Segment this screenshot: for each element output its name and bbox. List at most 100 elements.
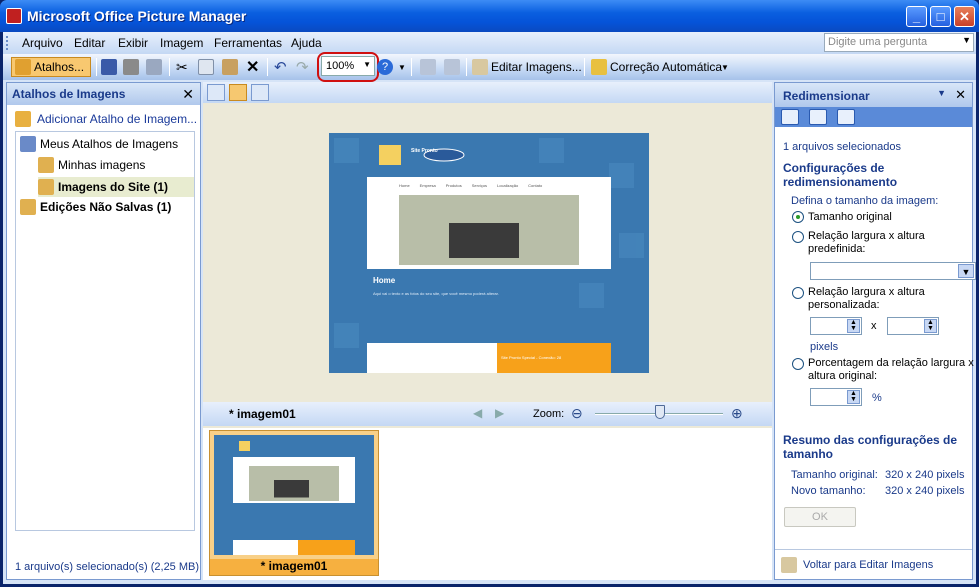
chevron-down-icon: ▼	[958, 264, 974, 278]
menu-ajuda[interactable]: Ajuda	[291, 36, 322, 50]
edit-images-button[interactable]: Editar Imagens...	[472, 57, 582, 77]
undo-icon: ↶	[274, 59, 287, 76]
delete-icon: ✕	[246, 59, 260, 76]
previous-image-button[interactable]: ◀	[473, 406, 482, 420]
resize-pane: Redimensionar ▼ ✕ 1 arquivos selecionados …	[774, 82, 976, 580]
toolbar-options-button[interactable]: ▼	[398, 57, 406, 77]
menu-arquivo[interactable]: Arquivo	[22, 36, 63, 50]
print-icon	[123, 59, 139, 75]
back-arrow-icon[interactable]	[781, 109, 799, 125]
percent-label-2: altura original:	[808, 370, 878, 382]
maximize-button[interactable]: □	[930, 6, 951, 27]
add-folder-icon	[15, 111, 31, 127]
folder-icon	[38, 179, 54, 195]
thumbnail-view-button[interactable]	[207, 84, 225, 101]
thumbnail-name: * imagem01	[210, 559, 378, 575]
folder-icon	[38, 157, 54, 173]
percent-sign: %	[872, 392, 882, 404]
thumbnail-image	[214, 435, 374, 555]
redo-button[interactable]: ↷	[296, 57, 309, 77]
single-view-button[interactable]	[251, 84, 269, 101]
zoom-in-icon[interactable]: ⊕	[731, 405, 743, 422]
predefined-radio[interactable]	[792, 231, 804, 243]
undo-button[interactable]: ↶	[274, 57, 287, 77]
width-spinner[interactable]: ▲ ▼	[847, 319, 860, 333]
chevron-down-icon: ▼	[398, 62, 406, 72]
percent-radio[interactable]	[792, 358, 804, 370]
close-button[interactable]: ✕	[954, 6, 975, 27]
filmstrip-thumbnail[interactable]: * imagem01	[209, 430, 379, 576]
minimize-button[interactable]: _	[906, 6, 927, 27]
save-button[interactable]	[101, 57, 117, 77]
site-nav-item: Serviços	[471, 183, 488, 188]
tree-item-unsaved-edits[interactable]: Edições Não Salvas (1)	[20, 199, 171, 215]
site-nav-item: Contato	[528, 183, 543, 188]
shortcuts-pane-header: Atalhos de Imagens ✕	[7, 83, 200, 105]
chevron-down-icon[interactable]: ▼	[962, 35, 971, 45]
forward-arrow-icon[interactable]	[809, 109, 827, 125]
image-name: * imagem01	[229, 407, 296, 421]
menu-exibir[interactable]: Exibir	[118, 36, 148, 50]
separator	[411, 58, 412, 76]
tree-item-my-images[interactable]: Minhas imagens	[38, 157, 145, 173]
save-icon	[101, 59, 117, 75]
tree-item-site-images[interactable]: Imagens do Site (1)	[38, 177, 194, 197]
email-button[interactable]	[146, 57, 162, 77]
custom-width-input[interactable]: ▲ ▼	[810, 317, 862, 335]
auto-correct-label: Correção Automática	[610, 60, 723, 74]
chevron-down-icon: ▼	[721, 62, 729, 72]
back-to-edit-link[interactable]: Voltar para Editar Imagens	[781, 557, 933, 573]
help-icon: ?	[377, 59, 393, 75]
auto-correct-button[interactable]: Correção Automática	[591, 57, 722, 77]
print-button[interactable]	[123, 57, 139, 77]
image-preview: Site Pronto Home Empresa Produtos Serviços L…	[329, 133, 649, 373]
ok-button[interactable]: OK	[784, 507, 856, 527]
site-nav: Home Empresa Produtos Serviços Localização Co…	[399, 183, 542, 188]
help-button[interactable]: ?	[377, 57, 393, 77]
predefined-select[interactable]: ▼	[810, 262, 976, 280]
percent-input[interactable]: ▲ ▼	[810, 388, 862, 406]
separator	[466, 58, 467, 76]
height-spinner[interactable]: ▲ ▼	[924, 319, 937, 333]
ask-placeholder: Digite uma pergunta	[828, 36, 928, 48]
cut-button[interactable]: ✂	[176, 57, 188, 77]
ask-question-box[interactable]: Digite uma pergunta ▼	[824, 33, 974, 52]
menu-bar: Arquivo Editar Exibir Imagem Ferramentas…	[3, 32, 976, 54]
zoom-slider-handle[interactable]	[655, 405, 665, 419]
delete-button[interactable]: ✕	[246, 57, 259, 77]
shortcuts-button[interactable]: Atalhos...	[11, 57, 91, 77]
zoom-select[interactable]: 100% ▼	[321, 56, 375, 76]
menu-editar[interactable]: Editar	[74, 36, 105, 50]
original-size-radio[interactable]	[792, 211, 804, 223]
copy-button[interactable]	[198, 57, 214, 77]
paste-button[interactable]	[222, 57, 238, 77]
next-image-button[interactable]: ▶	[495, 406, 504, 420]
close-icon[interactable]: ✕	[955, 87, 966, 103]
pixels-label: pixels	[810, 341, 839, 353]
chevron-down-icon[interactable]: ▼	[937, 88, 946, 98]
add-shortcut-link[interactable]: Adicionar Atalho de Imagem...	[15, 111, 197, 127]
tree-item-label: Imagens do Site (1)	[58, 180, 169, 194]
rotate-right-button[interactable]	[444, 57, 460, 77]
site-nav-item: Home	[399, 183, 410, 188]
home-icon[interactable]	[837, 109, 855, 125]
times-sign: x	[871, 320, 877, 332]
menu-ferramentas[interactable]: Ferramentas	[214, 36, 282, 50]
picture-manager-icon	[6, 8, 22, 24]
filmstrip-view-button[interactable]	[229, 84, 247, 101]
toolbar-options-button[interactable]: ▼	[721, 57, 729, 77]
site-nav-item: Empresa	[419, 183, 436, 188]
tree-item-label: Minhas imagens	[58, 158, 146, 172]
zoom-out-icon[interactable]: ⊖	[571, 405, 583, 422]
menu-imagem[interactable]: Imagem	[160, 36, 203, 50]
rotate-left-button[interactable]	[420, 57, 436, 77]
custom-radio[interactable]	[792, 287, 804, 299]
site-nav-item: Localização	[497, 183, 519, 188]
close-icon[interactable]: ✕	[182, 86, 194, 103]
site-mockup-image	[329, 133, 649, 373]
tree-item-my-shortcuts[interactable]: Meus Atalhos de Imagens	[20, 136, 178, 152]
edit-pencil-icon	[472, 59, 488, 75]
percent-spinner[interactable]: ▲ ▼	[847, 390, 860, 404]
site-title: Site Pronto	[411, 148, 438, 154]
custom-height-input[interactable]: ▲ ▼	[887, 317, 939, 335]
